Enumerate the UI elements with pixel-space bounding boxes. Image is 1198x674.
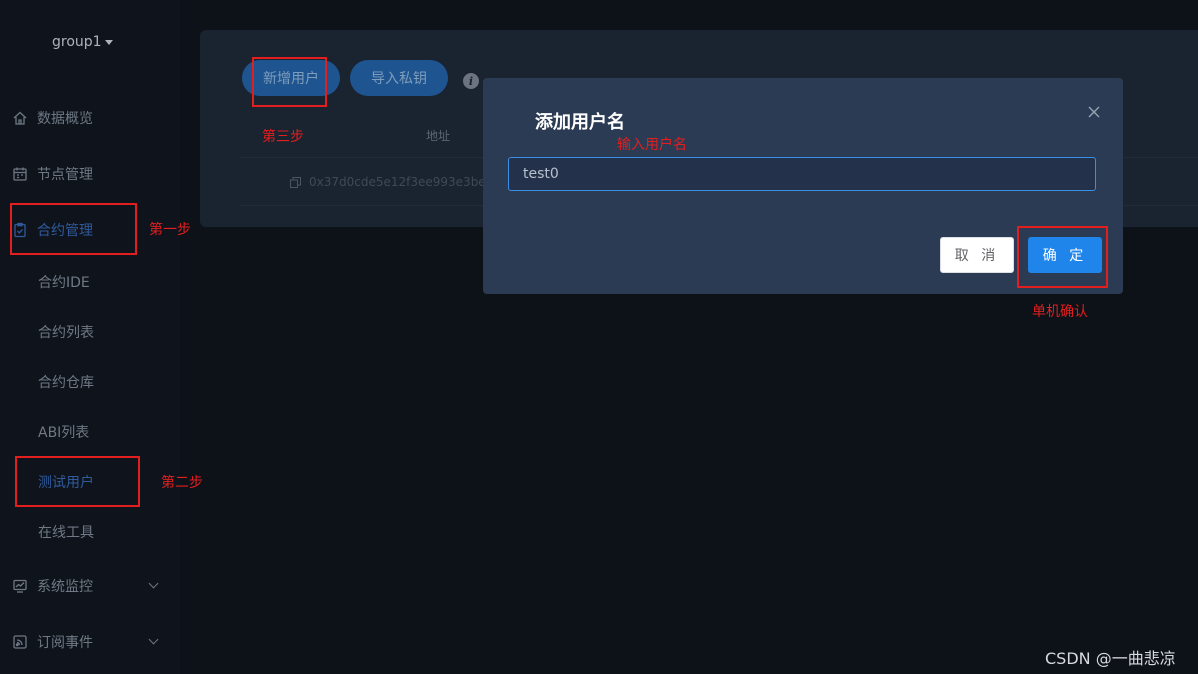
sidebar-item-system-monitor[interactable]: 系统监控 [12, 574, 168, 598]
address-column-header: 地址 [426, 129, 451, 143]
step1-highlight-box [10, 203, 137, 255]
sidebar-subitem-contract-repo[interactable]: 合约仓库 [38, 373, 94, 393]
copy-icon[interactable] [290, 176, 301, 188]
group-selector-label: group1 [52, 34, 102, 50]
sidebar-item-label: 订阅事件 [37, 635, 93, 651]
caret-down-icon [104, 39, 113, 45]
address-value: 0x37d0cde5e12f3ee993e3be16 [309, 175, 501, 189]
sidebar-subitem-online-tools[interactable]: 在线工具 [38, 523, 94, 543]
import-private-key-button[interactable]: 导入私钥 [350, 60, 448, 96]
table-row: 0x37d0cde5e12f3ee993e3be16 [290, 175, 501, 189]
sidebar-subitem-contract-ide[interactable]: 合约IDE [38, 273, 90, 293]
input-hint-annotation: 输入用户名 [617, 137, 687, 153]
dialog-title: 添加用户名 [535, 112, 625, 133]
chevron-down-icon [148, 578, 159, 589]
step3-annotation: 第三步 [262, 129, 304, 145]
calendar-icon [12, 166, 28, 182]
step1-annotation: 第一步 [149, 222, 191, 238]
sidebar: group1 数据概览 节点管理 合约管理 合约IDE 合约列表 合约仓库 AB… [0, 0, 180, 674]
home-icon [12, 110, 28, 126]
sidebar-subitem-contract-list[interactable]: 合约列表 [38, 323, 94, 343]
confirm-highlight-box [1017, 226, 1108, 288]
sidebar-item-data-overview[interactable]: 数据概览 [12, 106, 93, 130]
watermark: CSDN @一曲悲凉 [1045, 649, 1176, 668]
monitor-icon [12, 578, 28, 594]
close-icon[interactable] [1087, 104, 1101, 118]
rss-icon [12, 634, 28, 650]
cancel-button[interactable]: 取 消 [940, 237, 1014, 273]
sidebar-item-subscribe-events[interactable]: 订阅事件 [12, 630, 168, 654]
step2-annotation: 第二步 [161, 475, 203, 491]
step3-highlight-box [252, 57, 327, 107]
sidebar-item-label: 系统监控 [37, 579, 93, 595]
username-input[interactable] [508, 157, 1096, 191]
sidebar-item-label: 节点管理 [37, 167, 93, 183]
group-selector[interactable]: group1 [52, 34, 113, 50]
chevron-down-icon [148, 634, 159, 645]
step2-highlight-box [15, 456, 140, 507]
sidebar-item-label: 数据概览 [37, 111, 93, 127]
confirm-hint-annotation: 单机确认 [1032, 304, 1088, 320]
sidebar-item-node-management[interactable]: 节点管理 [12, 162, 93, 186]
info-icon[interactable]: i [463, 73, 479, 89]
sidebar-subitem-abi-list[interactable]: ABI列表 [38, 423, 89, 443]
